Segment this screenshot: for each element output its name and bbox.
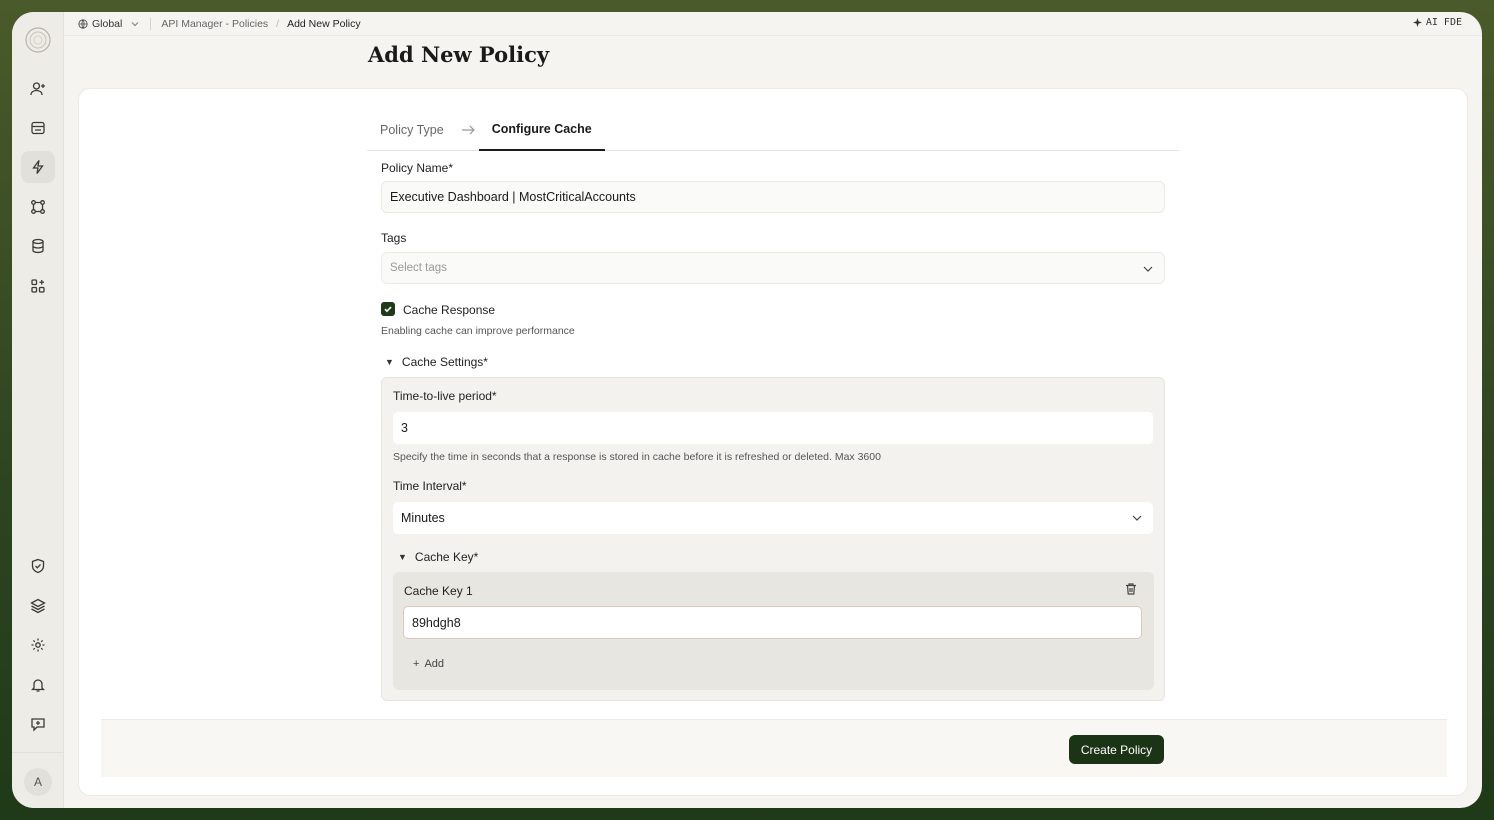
tab-configure-cache[interactable]: Configure Cache <box>478 109 605 151</box>
interval-select[interactable]: Minutes <box>393 502 1153 534</box>
tab-policy-type[interactable]: Policy Type <box>367 109 457 151</box>
form-card: Policy Type Configure Cache Policy Name*… <box>78 88 1468 796</box>
cache-key-label: Cache Key 1 <box>404 584 473 598</box>
interval-label: Time Interval* <box>393 479 467 493</box>
cache-key-section-label: Cache Key* <box>414 550 479 564</box>
cache-key-item: Cache Key 1 89hdgh8 + Add <box>393 572 1154 690</box>
ai-fde-button[interactable]: AI FDE <box>1412 17 1462 28</box>
arrow-right-icon <box>461 125 475 134</box>
ai-fde-label: AI FDE <box>1425 17 1462 28</box>
interval-value: Minutes <box>401 511 445 525</box>
scope-selector[interactable]: Global <box>78 18 140 30</box>
feedback-icon[interactable] <box>21 708 55 740</box>
bell-icon[interactable] <box>21 669 55 701</box>
add-label: Add <box>424 658 445 670</box>
layers-icon[interactable] <box>21 590 55 622</box>
inbox-icon[interactable] <box>21 112 55 144</box>
avatar[interactable]: A <box>24 768 52 796</box>
tags-select[interactable]: Select tags <box>381 252 1165 284</box>
lightning-icon[interactable] <box>21 151 55 183</box>
policy-name-label: Policy Name* <box>381 161 454 175</box>
page-title: Add New Policy <box>368 42 550 67</box>
app-window: A Global API Manager - Policies / Add Ne… <box>12 12 1482 808</box>
nodes-icon[interactable] <box>21 191 55 223</box>
triangle-down-icon: ▼ <box>398 552 407 562</box>
top-bar: Global API Manager - Policies / Add New … <box>64 12 1482 36</box>
ttl-hint: Specify the time in seconds that a respo… <box>393 451 881 463</box>
add-cache-key-button[interactable]: + Add <box>413 658 444 670</box>
plus-icon: + <box>413 658 420 670</box>
ttl-label: Time-to-live period* <box>393 389 497 403</box>
cache-key-input[interactable]: 89hdgh8 <box>403 606 1142 639</box>
globe-icon <box>78 18 88 29</box>
stepper-tabs: Policy Type Configure Cache <box>367 109 1179 151</box>
breadcrumb-section[interactable]: API Manager - Policies <box>161 18 268 30</box>
gear-icon[interactable] <box>21 629 55 661</box>
user-icon[interactable] <box>21 73 55 105</box>
scope-label: Global <box>92 17 123 30</box>
cache-settings-toggle[interactable]: ▼ Cache Settings* <box>385 355 488 369</box>
breadcrumb-current: Add New Policy <box>287 17 361 30</box>
cache-hint: Enabling cache can improve performance <box>381 325 575 337</box>
cache-settings-panel: Time-to-live period* 3 Specify the time … <box>381 377 1165 701</box>
chevron-down-icon <box>131 21 139 26</box>
apps-icon[interactable] <box>21 270 55 302</box>
rail-divider <box>12 752 64 753</box>
chevron-down-icon <box>1143 266 1153 272</box>
policy-name-input[interactable]: Executive Dashboard | MostCriticalAccoun… <box>381 181 1165 213</box>
tags-label: Tags <box>381 231 407 245</box>
form-footer: Create Policy <box>101 719 1447 777</box>
chevron-down-icon <box>1132 515 1142 521</box>
sidebar-rail: A <box>12 12 64 808</box>
logo-icon[interactable] <box>24 26 52 54</box>
cache-settings-label: Cache Settings* <box>401 355 488 369</box>
trash-icon[interactable] <box>1124 582 1138 596</box>
cache-key-toggle[interactable]: ▼ Cache Key* <box>398 550 478 564</box>
check-icon <box>384 306 392 313</box>
cache-response-checkbox[interactable] <box>381 302 395 316</box>
database-icon[interactable] <box>21 230 55 262</box>
breadcrumb-separator: / <box>276 17 280 30</box>
triangle-down-icon: ▼ <box>385 357 394 367</box>
create-policy-button[interactable]: Create Policy <box>1069 735 1164 764</box>
tags-placeholder: Select tags <box>390 262 447 274</box>
cache-response-label[interactable]: Cache Response <box>403 303 495 317</box>
sparkle-icon <box>1412 18 1422 27</box>
shield-icon[interactable] <box>21 550 55 582</box>
breadcrumb-divider <box>150 17 152 30</box>
ttl-input[interactable]: 3 <box>393 412 1153 444</box>
